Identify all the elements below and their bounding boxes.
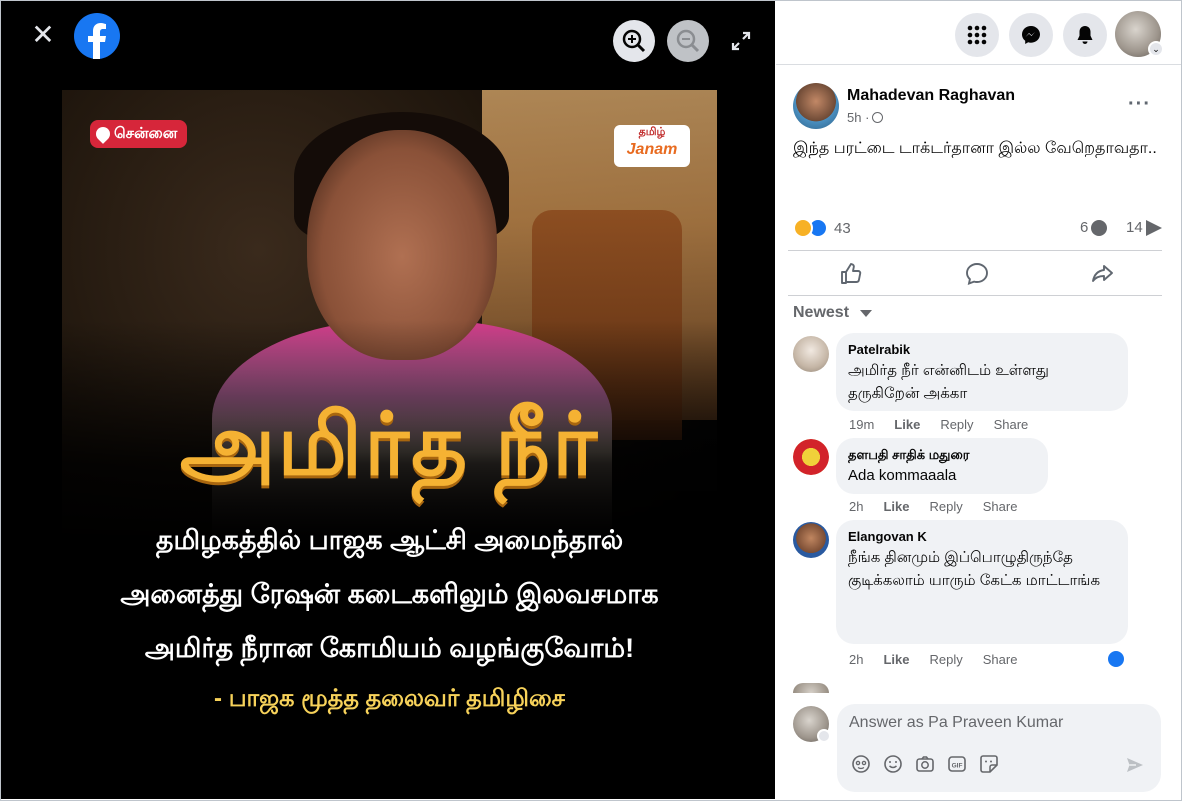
post-timestamp[interactable]: 5h · xyxy=(847,110,884,125)
reaction-count: 43 xyxy=(834,219,851,237)
chevron-down-icon[interactable] xyxy=(860,310,872,317)
janam-logo: தமிழ் Janam xyxy=(614,125,690,167)
facebook-logo[interactable] xyxy=(74,13,120,59)
share-button[interactable] xyxy=(1090,261,1118,287)
comment-text: நீங்க தினமும் இப்பொழுதிருந்தே குடிக்கலாம… xyxy=(848,549,1101,589)
commenter-avatar[interactable] xyxy=(793,336,829,372)
commenter-name[interactable]: Elangovan K xyxy=(848,528,1116,546)
share-count-value: 14 xyxy=(1126,219,1143,236)
comment-actions: 19m Like Reply Share xyxy=(849,417,1048,432)
image-headline: அமிர்த நீர் xyxy=(179,397,600,493)
commenter-name[interactable]: தளபதி சாதிக் மதுரை xyxy=(848,446,1036,464)
comment-reply-link[interactable]: Reply xyxy=(929,499,962,514)
svg-text:GIF: GIF xyxy=(952,763,963,770)
image-text-line-1: தமிழகத்தில் பாஜக ஆட்சி அமைந்தால் xyxy=(155,525,624,555)
comment-like-link[interactable]: Like xyxy=(894,417,920,432)
comment-reply-link[interactable]: Reply xyxy=(940,417,973,432)
post-panel: ⌄ Mahadevan Raghavan 5h · ··· இந்த பரட்ட… xyxy=(776,1,1181,799)
notifications-icon[interactable] xyxy=(1063,13,1107,57)
camera-icon[interactable] xyxy=(915,754,935,774)
reaction-summary[interactable]: 43 xyxy=(793,218,851,238)
comment-reply-link[interactable]: Reply xyxy=(929,652,962,667)
photo-viewer: ✕ சென்னை தமிழ் Janam அமிர்த நீர் தமிழகத்… xyxy=(1,1,775,799)
menu-grid-icon[interactable] xyxy=(955,13,999,57)
comment-share-link[interactable]: Share xyxy=(994,417,1029,432)
like-button[interactable] xyxy=(838,261,866,287)
comment-count[interactable]: 6 xyxy=(1080,219,1108,236)
comment-like-reaction-icon[interactable] xyxy=(1106,649,1126,669)
sticker-icon[interactable] xyxy=(979,754,999,774)
more-options-icon[interactable]: ··· xyxy=(1128,93,1151,116)
expand-icon[interactable] xyxy=(729,29,753,53)
commenter-avatar[interactable] xyxy=(793,522,829,558)
post-time-label: 5h · xyxy=(847,110,870,125)
close-icon[interactable]: ✕ xyxy=(27,19,59,51)
commenter-avatar[interactable] xyxy=(793,683,829,693)
comment-like-link[interactable]: Like xyxy=(883,652,909,667)
comment-like-link[interactable]: Like xyxy=(883,499,909,514)
comment-time[interactable]: 2h xyxy=(849,652,863,667)
janam-logo-top: தமிழ் xyxy=(638,126,666,138)
gif-icon[interactable]: GIF xyxy=(947,754,967,774)
image-text-line-3: அமிர்த நீரான கோமியம் வழங்குவோம்! xyxy=(144,633,635,663)
comment-time[interactable]: 2h xyxy=(849,499,863,514)
comment-bubble-icon xyxy=(1091,219,1108,236)
share-arrow-icon xyxy=(1145,219,1162,236)
comment-text: Ada kommaaala xyxy=(848,467,957,484)
author-avatar[interactable] xyxy=(793,83,839,129)
location-pin-icon xyxy=(93,124,113,144)
top-bar: ⌄ xyxy=(776,1,1181,65)
comment-button[interactable] xyxy=(964,261,992,287)
comment-input[interactable] xyxy=(849,714,1139,732)
comment-bubble: Elangovan K நீங்க தினமும் இப்பொழுதிருந்த… xyxy=(836,520,1128,644)
commenter-name[interactable]: Patelrabik xyxy=(848,341,1116,359)
comment-actions: 2h Like Reply Share xyxy=(849,499,1037,514)
comment-share-link[interactable]: Share xyxy=(983,499,1018,514)
comment-share-link[interactable]: Share xyxy=(983,652,1018,667)
emoji-icon[interactable] xyxy=(883,754,903,774)
comment-time[interactable]: 19m xyxy=(849,417,874,432)
comment-actions: 2h Like Reply Share xyxy=(849,652,1037,667)
image-text-line-2: அனைத்து ரேஷன் கடைகளிலும் இலவசமாக xyxy=(120,579,659,609)
post-text: இந்த பரட்டை டாக்டர்தானா இல்ல வேறெதாவதா.. xyxy=(793,140,1157,157)
zoom-out-icon[interactable] xyxy=(667,20,709,62)
send-icon[interactable] xyxy=(1125,755,1145,775)
janam-logo-bottom: Janam xyxy=(626,141,678,158)
post-image: சென்னை தமிழ் Janam அமிர்த நீர் தமிழகத்தி… xyxy=(62,90,717,731)
avatar-sticker-icon[interactable] xyxy=(851,754,871,774)
messenger-icon[interactable] xyxy=(1009,13,1053,57)
post-actions xyxy=(788,250,1162,296)
image-quote: - பாஜக மூத்த தலைவர் தமிழிசை xyxy=(214,685,565,712)
globe-icon xyxy=(872,112,884,123)
chevron-down-icon[interactable]: ⌄ xyxy=(1148,41,1164,57)
share-count[interactable]: 14 xyxy=(1126,219,1162,236)
author-name[interactable]: Mahadevan Raghavan xyxy=(847,87,1015,105)
location-badge: சென்னை xyxy=(90,120,188,148)
comment-composer[interactable]: GIF xyxy=(837,704,1161,792)
comment-count-value: 6 xyxy=(1080,219,1089,236)
zoom-in-icon[interactable] xyxy=(613,20,655,62)
commenter-avatar[interactable] xyxy=(793,439,829,475)
comment-bubble: தளபதி சாதிக் மதுரை Ada kommaaala xyxy=(836,438,1048,494)
chevron-down-icon[interactable] xyxy=(817,729,831,743)
haha-reaction-icon xyxy=(793,218,813,238)
comment-text: அமிர்த நீர் என்னிடம் உள்ளது தருகிறேன் அக… xyxy=(848,362,1049,402)
location-label: சென்னை xyxy=(114,125,178,142)
comment-bubble: Patelrabik அமிர்த நீர் என்னிடம் உள்ளது த… xyxy=(836,333,1128,411)
comment-sort-label[interactable]: Newest xyxy=(793,304,849,322)
